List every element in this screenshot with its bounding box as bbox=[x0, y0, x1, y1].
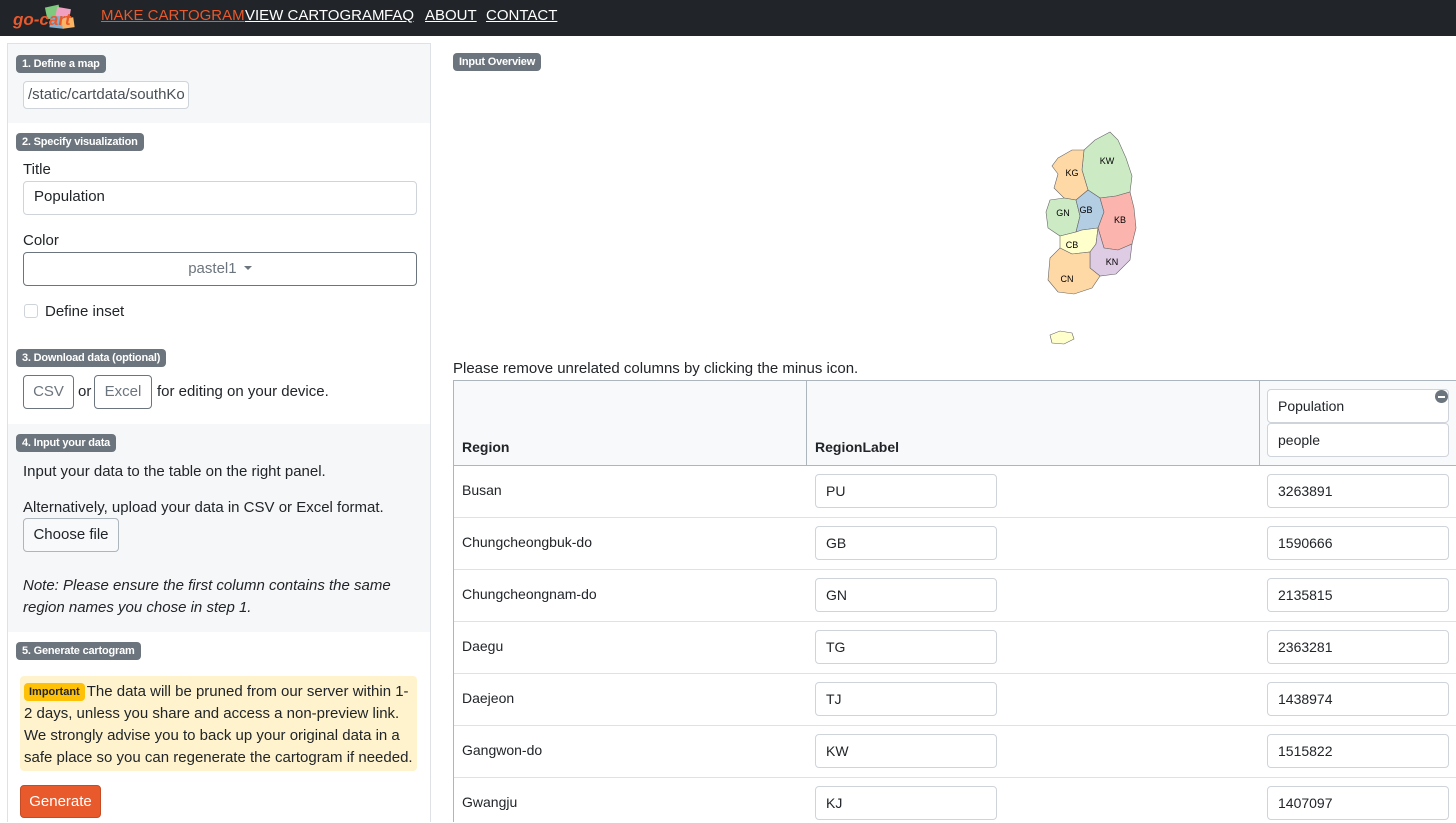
header-regionlabel-text: RegionLabel bbox=[815, 439, 900, 455]
region-name: Chungcheongnam-do bbox=[462, 586, 597, 602]
table-row: Chungcheongbuk-do GB 1590666 bbox=[454, 518, 1456, 570]
table-row: Chungcheongnam-do GN 2135815 bbox=[454, 570, 1456, 622]
choose-file-button[interactable]: Choose file bbox=[23, 518, 119, 552]
define-inset-label: Define inset bbox=[45, 303, 125, 320]
region-label-input[interactable]: KJ bbox=[815, 786, 997, 820]
map-label-kb: KB bbox=[1114, 215, 1126, 225]
header-region-text: Region bbox=[462, 439, 510, 455]
nav-make-cartogram[interactable]: MAKE CARTOGRAM bbox=[101, 7, 245, 24]
population-input[interactable]: 3263891 bbox=[1267, 474, 1449, 508]
population-input[interactable]: 1407097 bbox=[1267, 786, 1449, 820]
step2-badge: 2. Specify visualization bbox=[16, 133, 144, 151]
table-row: Daejeon TJ 1438974 bbox=[454, 674, 1456, 726]
region-name: Gwangju bbox=[462, 794, 518, 810]
upload-instructions: Alternatively, upload your data in CSV o… bbox=[23, 499, 384, 516]
step-visualization: 2. Specify visualization Title Populatio… bbox=[8, 123, 430, 344]
download-excel-button[interactable]: Excel bbox=[94, 375, 152, 409]
step3-badge: 3. Download data (optional) bbox=[16, 349, 167, 367]
table-row: Daegu TG 2363281 bbox=[454, 622, 1456, 674]
data-table: Region RegionLabel Population people Bus… bbox=[453, 380, 1456, 822]
important-badge: Important bbox=[24, 683, 85, 701]
step5-badge: 5. Generate cartogram bbox=[16, 642, 141, 660]
region-label-input[interactable]: GN bbox=[815, 578, 997, 612]
color-dropdown-value: pastel1 bbox=[188, 260, 237, 277]
input-overview-badge: Input Overview bbox=[453, 53, 542, 71]
color-label: Color bbox=[23, 232, 59, 249]
map-region-jeju bbox=[1049, 330, 1075, 345]
population-input[interactable]: 2135815 bbox=[1267, 578, 1449, 612]
region-label-input[interactable]: GB bbox=[815, 526, 997, 560]
map-path-field[interactable]: /static/cartdata/southKo bbox=[23, 81, 189, 109]
map-label-gb: GB bbox=[1079, 205, 1092, 215]
table-row: Busan PU 3263891 bbox=[454, 466, 1456, 518]
nav-faq[interactable]: FAQ bbox=[384, 7, 414, 24]
nav-view-cartogram[interactable]: VIEW CARTOGRAM bbox=[245, 7, 384, 24]
color-dropdown[interactable]: pastel1 bbox=[23, 252, 417, 286]
map-label-cb: CB bbox=[1066, 240, 1079, 250]
population-input[interactable]: 1515822 bbox=[1267, 734, 1449, 768]
step-download: 3. Download data (optional) CSV or Excel… bbox=[8, 344, 430, 424]
generate-button[interactable]: Generate bbox=[20, 785, 101, 818]
title-input[interactable]: Population bbox=[23, 181, 417, 215]
note-line-1: Note: Please ensure the first column con… bbox=[23, 577, 391, 594]
region-name: Gangwon-do bbox=[462, 742, 543, 758]
region-label-input[interactable]: TG bbox=[815, 630, 997, 664]
go-cart-logo[interactable]: go-cart bbox=[12, 4, 78, 32]
map-label-cn: CN bbox=[1061, 274, 1074, 284]
header-population: Population people bbox=[1260, 381, 1456, 465]
map-label-gn: GN bbox=[1056, 208, 1070, 218]
input-instructions: Input your data to the table on the righ… bbox=[23, 463, 326, 480]
download-csv-button[interactable]: CSV bbox=[23, 375, 74, 409]
right-panel: Input Overview KW KG GN GB KB CB KN CN P… bbox=[445, 43, 1456, 822]
header-regionlabel: RegionLabel bbox=[807, 381, 1260, 465]
map-label-kw: KW bbox=[1100, 156, 1115, 166]
population-input[interactable]: 1438974 bbox=[1267, 682, 1449, 716]
header-region: Region bbox=[454, 381, 807, 465]
region-name: Daejeon bbox=[462, 690, 515, 706]
step1-badge: 1. Define a map bbox=[16, 55, 106, 73]
table-header: Region RegionLabel Population people bbox=[454, 381, 1456, 466]
region-name: Daegu bbox=[462, 638, 504, 654]
region-label-input[interactable]: TJ bbox=[815, 682, 997, 716]
nav-about[interactable]: ABOUT bbox=[425, 7, 477, 24]
table-row: Gangwon-do KW 1515822 bbox=[454, 726, 1456, 778]
note-line-2: region names you chose in step 1. bbox=[23, 599, 252, 616]
title-label: Title bbox=[23, 161, 51, 178]
column-name-input[interactable]: Population bbox=[1267, 389, 1449, 423]
south-korea-map: KW KG GN GB KB CB KN CN bbox=[1045, 131, 1137, 345]
column-unit-input[interactable]: people bbox=[1267, 423, 1449, 457]
map-label-kn: KN bbox=[1106, 257, 1119, 267]
map-label-kg: KG bbox=[1065, 168, 1078, 178]
caret-down-icon bbox=[243, 266, 252, 270]
step-define-map: 1. Define a map /static/cartdata/southKo bbox=[8, 44, 430, 123]
define-inset-checkbox[interactable] bbox=[24, 304, 38, 318]
important-alert: Important The data will be pruned from ou… bbox=[20, 676, 417, 771]
population-input[interactable]: 2363281 bbox=[1267, 630, 1449, 664]
step-input-data: 4. Input your data Input your data to th… bbox=[8, 424, 430, 632]
nav-contact[interactable]: CONTACT bbox=[486, 7, 557, 24]
region-name: Busan bbox=[462, 482, 502, 498]
region-name: Chungcheongbuk-do bbox=[462, 534, 592, 550]
population-input[interactable]: 1590666 bbox=[1267, 526, 1449, 560]
region-label-input[interactable]: KW bbox=[815, 734, 997, 768]
table-row: Gwangju KJ 1407097 bbox=[454, 778, 1456, 822]
download-suffix-text: for editing on your device. bbox=[157, 383, 329, 400]
table-instruction: Please remove unrelated columns by click… bbox=[453, 360, 859, 377]
step4-badge: 4. Input your data bbox=[16, 434, 117, 452]
or-text: or bbox=[78, 383, 92, 400]
region-label-input[interactable]: PU bbox=[815, 474, 997, 508]
svg-text:go-cart: go-cart bbox=[12, 10, 72, 29]
navbar: go-cart MAKE CARTOGRAM VIEW CARTOGRAM FA… bbox=[0, 0, 1456, 36]
remove-column-icon[interactable] bbox=[1435, 390, 1448, 403]
left-panel: 1. Define a map /static/cartdata/southKo… bbox=[7, 43, 431, 823]
